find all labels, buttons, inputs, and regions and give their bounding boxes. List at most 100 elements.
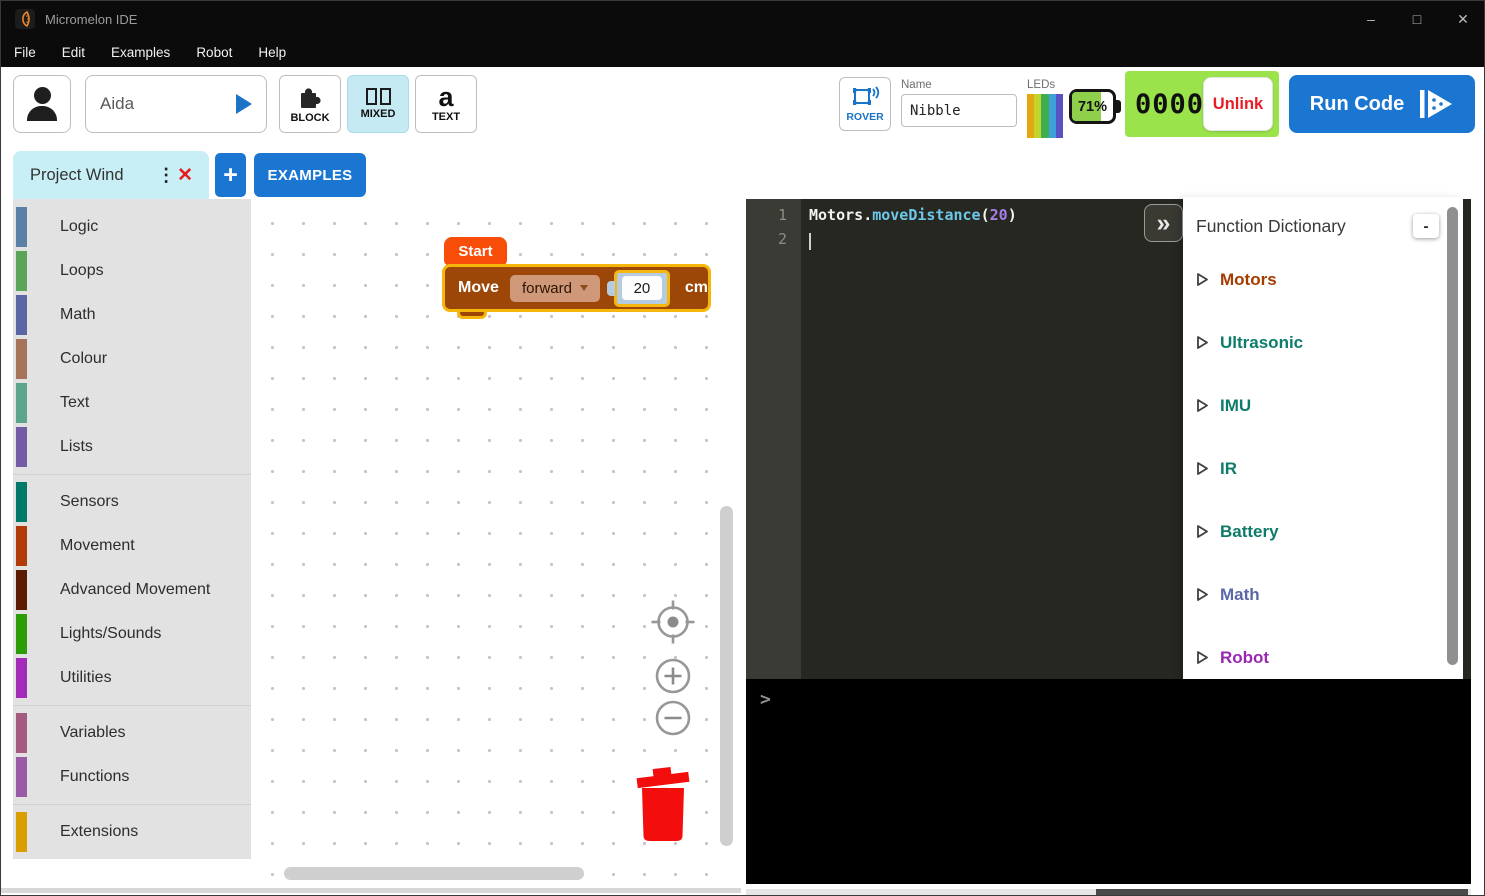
toolbox-item-utilities[interactable]: Utilities	[13, 656, 251, 700]
collapse-button[interactable]: -	[1413, 214, 1439, 238]
robot-name-group: Name Nibble	[901, 79, 1017, 127]
chevron-down-icon	[580, 285, 588, 291]
dictionary-title: Function Dictionary	[1196, 216, 1346, 237]
mode-text-button[interactable]: a TEXT	[415, 75, 477, 133]
rover-connect-button[interactable]: ROVER	[839, 77, 891, 131]
menu-robot[interactable]: Robot	[183, 37, 245, 67]
editor-expand-button[interactable]: »	[1144, 204, 1183, 242]
toolbox-item-math[interactable]: Math	[13, 293, 251, 337]
toolbox-item-lights-sounds[interactable]: Lights/Sounds	[13, 612, 251, 656]
move-block[interactable]: Move forward 20 cm	[442, 264, 711, 312]
leds-group: LEDs	[1027, 79, 1063, 138]
mode-mixed-label: MIXED	[361, 108, 396, 120]
line-number: 1	[746, 203, 801, 227]
menu-file[interactable]: File	[1, 37, 49, 67]
toolbox-divider	[13, 804, 251, 805]
toolbox-item-functions[interactable]: Functions	[13, 755, 251, 799]
menu-examples[interactable]: Examples	[98, 37, 183, 67]
run-code-button[interactable]: Run Code	[1289, 75, 1475, 133]
tab-menu-icon[interactable]: ⋮	[157, 170, 165, 181]
add-tab-button[interactable]: +	[215, 153, 246, 197]
run-play-icon	[1418, 87, 1454, 121]
code-text: Motors.moveDistance(20)	[801, 203, 1017, 227]
mode-mixed-button[interactable]: MIXED	[347, 75, 409, 133]
micromelon-ide-window: Micromelon IDE – □ ✕ File Edit Examples …	[0, 0, 1485, 896]
menu-edit[interactable]: Edit	[49, 37, 98, 67]
toolbox-item-advanced-movement[interactable]: Advanced Movement	[13, 568, 251, 612]
expand-triangle-icon	[1196, 587, 1209, 602]
bottom-scrollbar-track	[746, 889, 1471, 896]
dictionary-list: Motors Ultrasonic IMU IR Battery Math Ro…	[1183, 248, 1463, 679]
tab-examples[interactable]: EXAMPLES	[254, 153, 366, 197]
menu-bar: File Edit Examples Robot Help	[1, 37, 1485, 67]
expand-triangle-icon	[1196, 524, 1209, 539]
split-view-icon	[366, 88, 391, 105]
unlink-button[interactable]: Unlink	[1203, 77, 1273, 131]
toolbox-item-colour[interactable]: Colour	[13, 337, 251, 381]
category-color-chip	[16, 713, 27, 753]
toolbox-item-lists[interactable]: Lists	[13, 425, 251, 469]
toolbox-item-loops[interactable]: Loops	[13, 249, 251, 293]
dictionary-item-battery[interactable]: Battery	[1183, 500, 1463, 563]
category-color-chip	[16, 383, 27, 423]
distance-input-slot[interactable]: 20	[614, 270, 670, 307]
window-title: Micromelon IDE	[45, 12, 137, 27]
category-color-chip	[16, 207, 27, 247]
line-number: 2	[746, 227, 801, 251]
tab-project[interactable]: Project Wind ⋮ ✕	[13, 151, 209, 199]
code-text	[801, 227, 811, 251]
block-toolbox: Logic Loops Math Colour Text Lists Senso…	[13, 199, 251, 859]
text-cursor	[809, 233, 811, 250]
trash-icon[interactable]	[631, 764, 695, 844]
account-button[interactable]	[13, 75, 71, 133]
category-color-chip	[16, 339, 27, 379]
dictionary-item-ir[interactable]: IR	[1183, 437, 1463, 500]
distance-value[interactable]: 20	[622, 276, 662, 300]
dictionary-scrollbar[interactable]	[1447, 207, 1458, 665]
project-name-field[interactable]: Aida	[85, 75, 267, 133]
pairing-code-display: 0000	[1135, 89, 1204, 120]
canvas-horizontal-scrollbar[interactable]	[284, 867, 584, 880]
maximize-icon[interactable]: □	[1394, 1, 1440, 37]
robot-name-input[interactable]: Nibble	[901, 94, 1017, 127]
project-expand-icon[interactable]	[236, 94, 252, 114]
letter-a-icon: a	[438, 86, 453, 108]
puzzle-icon	[295, 85, 325, 109]
toolbox-item-logic[interactable]: Logic	[13, 205, 251, 249]
start-block[interactable]: Start	[444, 237, 507, 266]
minimize-icon[interactable]: –	[1348, 1, 1394, 37]
expand-triangle-icon	[1196, 650, 1209, 665]
category-color-chip	[16, 614, 27, 654]
direction-dropdown[interactable]: forward	[510, 275, 600, 302]
avatar-icon	[34, 87, 51, 104]
led-color-2	[1034, 94, 1041, 138]
toolbox-item-sensors[interactable]: Sensors	[13, 480, 251, 524]
zoom-in-icon	[657, 660, 689, 692]
toolbox-item-text[interactable]: Text	[13, 381, 251, 425]
zoom-out-icon	[657, 702, 689, 734]
dictionary-item-motors[interactable]: Motors	[1183, 248, 1463, 311]
canvas-vertical-scrollbar[interactable]	[720, 506, 733, 846]
dictionary-item-math[interactable]: Math	[1183, 563, 1463, 626]
menu-help[interactable]: Help	[245, 37, 299, 67]
bottom-scrollbar-thumb[interactable]	[1096, 889, 1468, 896]
dictionary-item-imu[interactable]: IMU	[1183, 374, 1463, 437]
close-icon[interactable]: ✕	[1440, 1, 1485, 37]
toolbox-item-extensions[interactable]: Extensions	[13, 810, 251, 854]
category-color-chip	[16, 658, 27, 698]
dictionary-item-ultrasonic[interactable]: Ultrasonic	[1183, 311, 1463, 374]
move-block-label: Move	[458, 279, 499, 297]
dictionary-header: Function Dictionary -	[1183, 197, 1463, 238]
tab-close-icon[interactable]: ✕	[177, 164, 193, 187]
rover-label: ROVER	[846, 111, 883, 123]
mode-block-button[interactable]: BLOCK	[279, 75, 341, 133]
toolbox-divider	[13, 705, 251, 706]
toolbox-item-movement[interactable]: Movement	[13, 524, 251, 568]
connection-status-box: 0000 Unlink	[1125, 71, 1279, 137]
dictionary-item-robot[interactable]: Robot	[1183, 626, 1463, 679]
tab-project-label: Project Wind	[30, 166, 157, 185]
editor-gutter	[746, 199, 801, 679]
led-strip[interactable]	[1027, 94, 1063, 138]
console-panel[interactable]: >	[746, 679, 1471, 884]
toolbox-item-variables[interactable]: Variables	[13, 711, 251, 755]
